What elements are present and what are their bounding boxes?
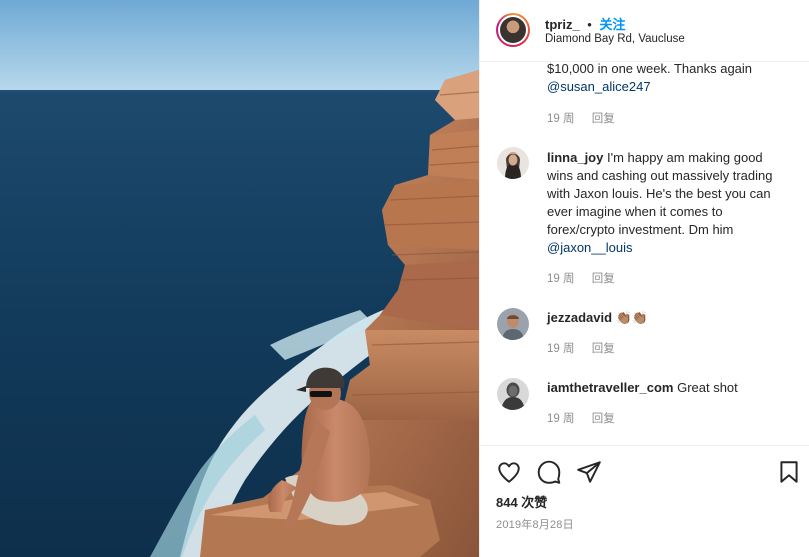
comment-time[interactable]: 19 周: [547, 410, 575, 426]
comments-list[interactable]: $10,000 in one week. Thanks again @susan…: [480, 63, 809, 445]
post-location[interactable]: Diamond Bay Rd, Vaucluse: [545, 33, 685, 45]
post-sidebar: tpriz_ • 关注 Diamond Bay Rd, Vaucluse $10…: [479, 0, 809, 557]
comment-text: jezzadavid 👏🏽👏🏽: [547, 309, 792, 327]
post-header: tpriz_ • 关注 Diamond Bay Rd, Vaucluse: [480, 0, 809, 62]
follow-button[interactable]: 关注: [599, 17, 625, 32]
cliff-ocean-photo: [0, 0, 479, 557]
user-photo-icon: [497, 378, 529, 410]
post-date[interactable]: 2019年8月28日: [496, 516, 574, 532]
separator-dot: •: [587, 17, 592, 32]
comment-meta: 19 周 回复: [547, 110, 615, 126]
avatar[interactable]: [497, 308, 529, 340]
bookmark-icon[interactable]: [776, 459, 802, 485]
avatar[interactable]: [497, 147, 529, 179]
comment-time[interactable]: 19 周: [547, 340, 575, 356]
clapping-hands-icon: 👏🏽👏🏽: [615, 310, 649, 325]
comment-meta: 19 周 回复: [547, 410, 615, 426]
avatar[interactable]: [497, 378, 529, 410]
mention-link[interactable]: @jaxon__louis: [547, 240, 632, 255]
comment-text: $10,000 in one week. Thanks again @susan…: [547, 63, 753, 94]
heart-icon[interactable]: [496, 459, 522, 485]
comment-time[interactable]: 19 周: [547, 270, 575, 286]
mention-link[interactable]: @susan_alice247: [547, 79, 651, 94]
comment-text: linna_joy I'm happy am making good wins …: [547, 150, 773, 255]
reply-button[interactable]: 回复: [592, 410, 615, 426]
reply-button[interactable]: 回复: [592, 110, 615, 126]
user-photo-icon: [497, 308, 529, 340]
comment-meta: 19 周 回复: [547, 270, 615, 286]
share-icon[interactable]: [576, 459, 602, 485]
comment-icon[interactable]: [536, 459, 562, 485]
comment-time[interactable]: 19 周: [547, 110, 575, 126]
comment-username[interactable]: linna_joy: [547, 150, 603, 165]
post-actions: 844 次赞 2019年8月28日: [480, 445, 809, 557]
post-photo[interactable]: [0, 0, 479, 557]
comment-meta: 19 周 回复: [547, 340, 615, 356]
reply-button[interactable]: 回复: [592, 270, 615, 286]
reply-button[interactable]: 回复: [592, 340, 615, 356]
comment-username[interactable]: jezzadavid: [547, 310, 612, 325]
avatar[interactable]: [496, 13, 530, 47]
like-count[interactable]: 844 次赞: [496, 492, 547, 511]
comment-text: iamthetraveller_com Great shot: [547, 380, 738, 395]
post-username[interactable]: tpriz_: [545, 17, 580, 32]
user-photo-icon: [497, 147, 529, 179]
comment-username[interactable]: iamthetraveller_com: [547, 380, 673, 395]
user-photo-icon: [500, 17, 526, 43]
